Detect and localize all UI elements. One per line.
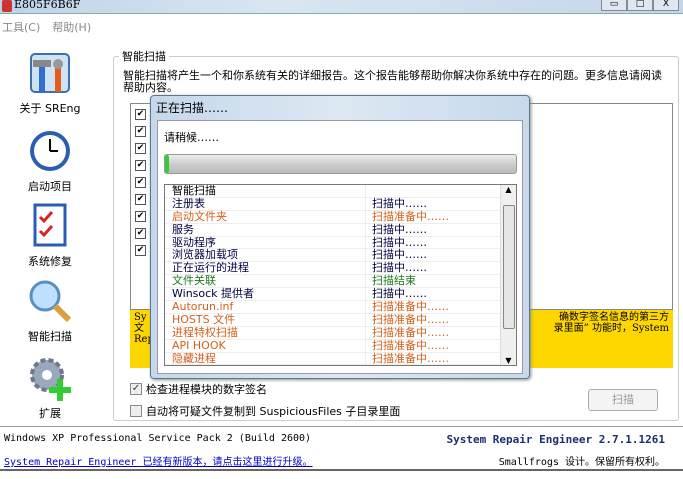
checkbox-checked[interactable]: ✓ <box>130 383 142 395</box>
scan-item-name: 隐藏进程 <box>172 351 216 365</box>
scan-item-name: 驱动程序 <box>172 235 216 249</box>
scan-status-table: 智能扫描 注册表 扫描中…… 启动文件夹 扫描准备中…… 服务 扫描中…… 驱动程序 扫描中……… <box>164 184 517 366</box>
maximize-button[interactable]: □ <box>627 0 653 11</box>
sidebar-item-label: 启动项目 <box>28 180 72 193</box>
scan-row: API HOOK 扫描准备中…… <box>165 338 516 353</box>
scan-item-name: Winsock 提供者 <box>172 287 255 301</box>
scan-item-name: 启动文件夹 <box>172 209 227 223</box>
wait-text: 请稍候…… <box>164 131 219 144</box>
item-checkbox[interactable]: ✔ <box>135 160 146 171</box>
sidebar-item-startup[interactable]: 启动项目 <box>0 128 100 194</box>
scan-row: 服务 扫描中…… <box>165 222 516 237</box>
scan-row: 启动文件夹 扫描准备中…… <box>165 209 516 224</box>
scan-item-status: 扫描中…… <box>365 288 465 301</box>
item-checkbox[interactable]: ✔ <box>135 211 146 222</box>
title-bar: E805F6B6F ▭ □ X <box>0 0 683 14</box>
scan-item-name: 文件关联 <box>172 274 216 288</box>
menu-tools[interactable]: 工具(C) <box>2 18 40 38</box>
scan-item-status: 扫描中…… <box>365 262 465 275</box>
scroll-down-icon[interactable]: ▼ <box>501 356 516 365</box>
progress-fill <box>165 155 169 173</box>
app-icon <box>2 0 12 12</box>
checklist-icon <box>27 203 73 249</box>
tools-icon <box>27 50 73 96</box>
scan-item-name: 进程特权扫描 <box>172 325 238 339</box>
sidebar-item-about[interactable]: 关于 SREng <box>0 50 100 116</box>
menu-bar: 工具(C) 帮助(H) <box>0 18 683 38</box>
scan-row: 进程特权扫描 扫描准备中…… <box>165 325 516 340</box>
scan-item-status <box>365 185 465 197</box>
scan-item-status: 扫描中…… <box>365 223 465 236</box>
group-title: 智能扫描 <box>119 48 169 64</box>
scan-item-status: 扫描中…… <box>365 236 465 249</box>
status-bar: Windows XP Professional Service Pack 2 (… <box>0 426 683 471</box>
scan-item-status: 扫描结束 <box>365 275 465 288</box>
scan-description: 智能扫描将产生一个和你系统有关的详细报告。这个报告能够帮助你解决你系统中存在的问… <box>123 69 662 94</box>
sidebar-item-label: 扩展 <box>39 407 61 420</box>
progress-bar <box>164 154 517 174</box>
scan-row: Autorun.inf 扫描准备中…… <box>165 301 516 314</box>
credit: Smallfrogs 设计。保留所有权利。 <box>498 457 665 468</box>
scan-item-name: HOSTS 文件 <box>172 312 236 326</box>
sidebar-item-label: 系统修复 <box>28 255 72 268</box>
update-link[interactable]: System Repair Engineer 已经有新版本，请点击这里进行升级。 <box>4 453 312 468</box>
item-checkbox[interactable]: ✔ <box>135 126 146 137</box>
scan-item-status: 扫描准备中…… <box>365 301 465 313</box>
option-label: 自动将可疑文件复制到 SuspiciousFiles 子目录里面 <box>146 405 401 418</box>
scan-item-name: 浏览器加载项 <box>172 248 238 262</box>
sidebar-item-label: 关于 SREng <box>19 102 81 115</box>
scan-item-status: 扫描准备中…… <box>365 326 465 339</box>
scan-row: 智能扫描 <box>165 185 516 198</box>
checkbox-unchecked[interactable] <box>130 405 142 417</box>
item-checkbox[interactable]: ✔ <box>135 143 146 154</box>
scan-row: 正在运行的进程 扫描中…… <box>165 261 516 276</box>
notice-text: 录里面” 功能时，System <box>553 323 669 334</box>
scanning-dialog: 正在扫描…… 请稍候…… 智能扫描 注册表 扫描中…… 启动文件夹 扫描准备中…… 服务扫… <box>150 95 530 379</box>
scan-item-name: 服务 <box>172 222 194 236</box>
item-checkbox[interactable]: ✔ <box>135 228 146 239</box>
scroll-up-icon[interactable]: ▲ <box>501 185 516 194</box>
product-version: System Repair Engineer 2.7.1.1261 <box>446 433 665 446</box>
option-label: 检查进程模块的数字签名 <box>146 383 267 396</box>
scan-item-status: 扫描中…… <box>365 197 465 210</box>
scrollbar[interactable]: ▲ ▼ <box>500 185 516 365</box>
scan-row: 注册表 扫描中…… <box>165 196 516 211</box>
scan-item-status: 扫描准备中…… <box>365 352 465 365</box>
item-checkbox[interactable]: ✔ <box>135 194 146 205</box>
os-info: Windows XP Professional Service Pack 2 (… <box>4 433 312 444</box>
verify-signature-option[interactable]: ✓ 检查进程模块的数字签名 <box>130 381 267 397</box>
scan-item-name: Autorun.inf <box>172 300 234 314</box>
magnifier-icon <box>27 278 73 324</box>
scan-item-name: 智能扫描 <box>172 184 216 197</box>
scan-item-status: 扫描准备中…… <box>365 210 465 223</box>
dialog-title: 正在扫描…… <box>156 101 229 115</box>
scan-item-status: 扫描准备中…… <box>365 339 465 352</box>
copy-suspicious-option[interactable]: 自动将可疑文件复制到 SuspiciousFiles 子目录里面 <box>130 403 400 419</box>
scan-button[interactable]: 扫描 <box>588 389 658 411</box>
item-checkbox[interactable]: ✔ <box>135 177 146 188</box>
scroll-thumb[interactable] <box>503 205 515 329</box>
minimize-button[interactable]: ▭ <box>601 0 627 11</box>
sidebar-item-repair[interactable]: 系统修复 <box>0 203 100 269</box>
scan-item-status: 扫描准备中…… <box>365 313 465 326</box>
item-checkbox[interactable]: ✔ <box>135 245 146 256</box>
scan-item-name: 注册表 <box>172 196 205 210</box>
sidebar-item-label: 智能扫描 <box>28 330 72 343</box>
close-button[interactable]: X <box>653 0 679 11</box>
menu-help[interactable]: 帮助(H) <box>52 18 91 38</box>
scan-item-name: 正在运行的进程 <box>172 261 249 275</box>
scan-item-status: 扫描中…… <box>365 249 465 262</box>
window-title: E805F6B6F <box>14 0 81 11</box>
scan-row: 隐藏进程 扫描准备中…… <box>165 351 516 365</box>
gear-plus-icon <box>27 355 73 401</box>
sidebar-item-extensions[interactable]: 扩展 <box>0 355 100 421</box>
notice-text: 确数字签名信息的第三方 <box>559 312 669 323</box>
scan-row: HOSTS 文件 扫描准备中…… <box>165 312 516 327</box>
sidebar-item-smart-scan[interactable]: 智能扫描 <box>0 278 100 344</box>
clock-icon <box>27 128 73 174</box>
item-checkbox[interactable]: ✔ <box>135 109 146 120</box>
scan-item-name: API HOOK <box>172 338 226 352</box>
